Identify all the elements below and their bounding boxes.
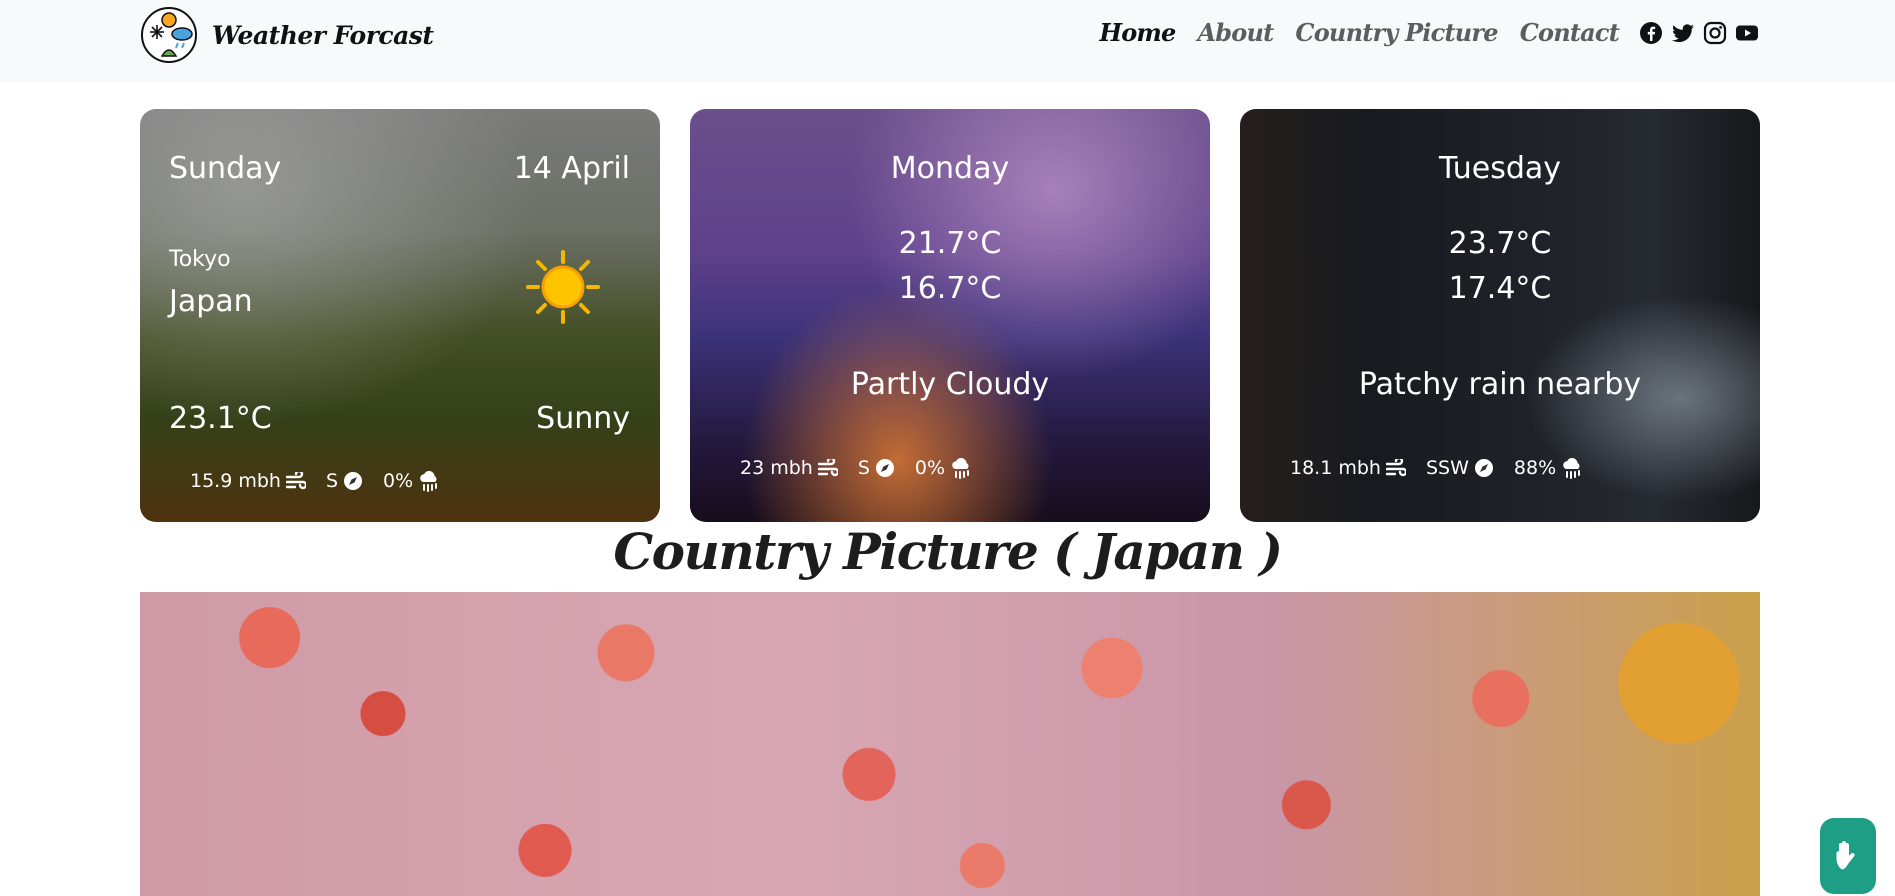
nav-home-link[interactable]: Home	[1099, 18, 1176, 47]
compass-icon	[875, 459, 894, 477]
nav-links: Home About Country Picture Contact	[1077, 18, 1759, 47]
rain-chance: 0%	[914, 457, 946, 479]
card-day: Tuesday	[1438, 151, 1562, 186]
wind-direction: S	[325, 470, 339, 492]
card-condition: Patchy rain nearby	[1358, 367, 1642, 402]
sun-icon	[526, 250, 600, 324]
card-stats: 18.1 mbh SSW 88%	[1290, 457, 1603, 479]
card-max-temperature: 23.7°C	[1448, 226, 1552, 261]
card-day: Monday	[890, 151, 1010, 186]
forecast-cards: Sunday 14 April Tokyo Japan 23.1°C Sunny…	[140, 109, 1760, 522]
wind-icon	[1385, 459, 1406, 477]
compass-icon	[1474, 459, 1493, 477]
rain-stat: 0%	[383, 470, 440, 492]
compass-icon	[344, 472, 363, 490]
wind-icon	[817, 459, 838, 477]
rain-stat: 88%	[1514, 457, 1583, 479]
twitter-icon[interactable]	[1671, 21, 1695, 45]
nav-country-picture-link[interactable]: Country Picture	[1295, 18, 1498, 47]
wind-speed: 15.9 mbh	[190, 470, 281, 492]
card-min-temperature: 16.7°C	[898, 271, 1002, 306]
card-date: 14 April	[513, 151, 630, 186]
card-stats: 23 mbh S 0%	[740, 457, 992, 479]
country-picture-image	[140, 592, 1760, 896]
wind-icon	[285, 472, 306, 490]
card-min-temperature: 17.4°C	[1448, 271, 1552, 306]
youtube-icon[interactable]	[1735, 21, 1759, 45]
rain-chance: 88%	[1513, 457, 1557, 479]
card-city: Tokyo	[169, 247, 231, 272]
brand[interactable]: Weather Forcast	[140, 6, 434, 64]
instagram-icon[interactable]	[1703, 21, 1727, 45]
rain-cloud-icon	[1563, 457, 1581, 479]
wind-stat: 18.1 mbh	[1290, 457, 1406, 479]
forecast-card-day-after[interactable]: Tuesday 23.7°C 17.4°C Patchy rain nearby…	[1240, 109, 1760, 522]
card-condition: Sunny	[536, 401, 630, 436]
card-max-temperature: 21.7°C	[898, 226, 1002, 261]
rain-chance: 0%	[383, 470, 414, 492]
direction-stat: S	[858, 457, 895, 479]
rain-cloud-icon	[952, 457, 970, 479]
forecast-card-today[interactable]: Sunday 14 April Tokyo Japan 23.1°C Sunny…	[140, 109, 660, 522]
forecast-card-tomorrow[interactable]: Monday 21.7°C 16.7°C Partly Cloudy 23 mb…	[690, 109, 1210, 522]
direction-stat: S	[326, 470, 363, 492]
wind-direction: S	[857, 457, 870, 479]
social-links	[1631, 21, 1759, 45]
nav-contact-link[interactable]: Contact	[1520, 18, 1620, 47]
card-temperature: 23.1°C	[169, 401, 272, 436]
rain-cloud-icon	[420, 470, 438, 492]
wind-stat: 23 mbh	[740, 457, 838, 479]
chat-widget-button[interactable]	[1820, 818, 1876, 894]
direction-stat: SSW	[1426, 457, 1494, 479]
navbar: Weather Forcast Home About Country Pictu…	[0, 0, 1895, 82]
facebook-icon[interactable]	[1639, 21, 1663, 45]
card-condition: Partly Cloudy	[850, 367, 1050, 402]
card-stats: 15.9 mbh S 0%	[190, 470, 460, 492]
wind-speed: 18.1 mbh	[1290, 457, 1381, 479]
card-day: Sunday	[169, 151, 282, 186]
card-country: Japan	[169, 284, 253, 319]
wind-direction: SSW	[1425, 457, 1469, 479]
weather-logo-icon	[141, 7, 197, 63]
country-picture-title: Country Picture ( Japan )	[613, 522, 1283, 581]
wind-speed: 23 mbh	[740, 457, 813, 479]
rain-stat: 0%	[915, 457, 972, 479]
wind-stat: 15.9 mbh	[190, 470, 306, 492]
brand-name: Weather Forcast	[212, 20, 434, 50]
hand-wave-icon	[1836, 841, 1857, 870]
nav-about-link[interactable]: About	[1197, 18, 1274, 47]
